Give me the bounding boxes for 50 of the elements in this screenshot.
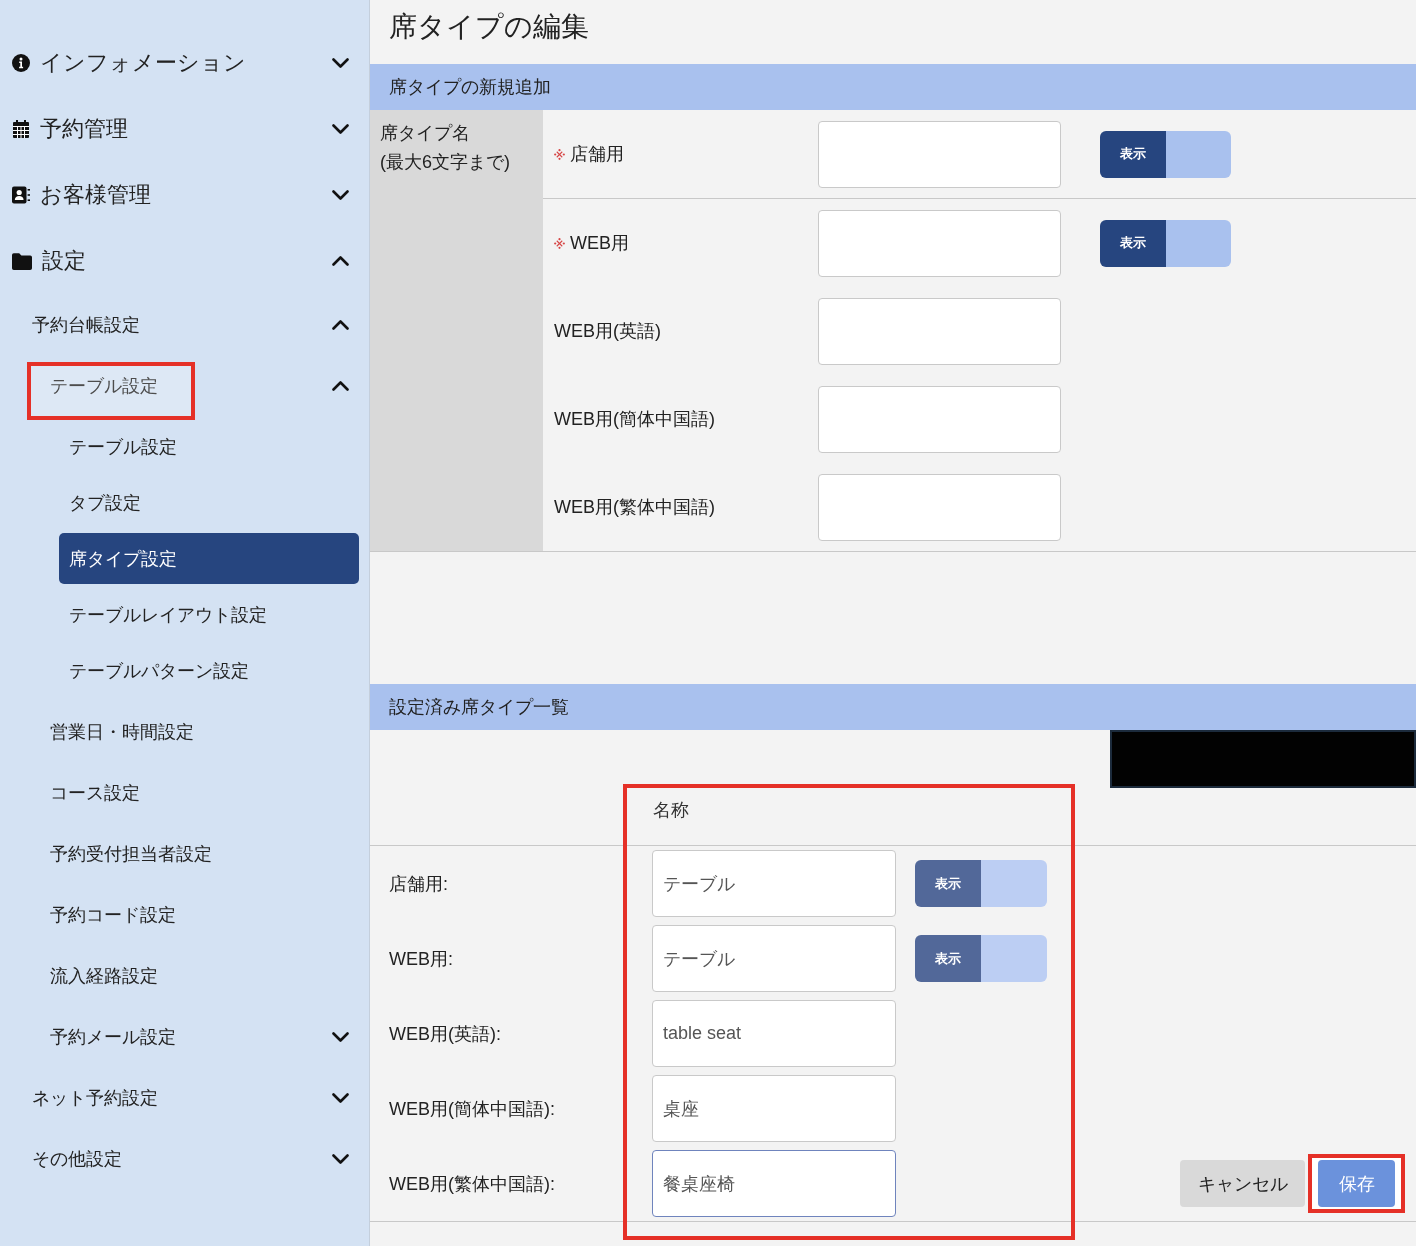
sidebar-item[interactable]: 予約コード設定 <box>0 884 369 945</box>
field-label: WEB用 <box>570 232 629 255</box>
text-input[interactable]: テーブル <box>652 925 896 992</box>
sidebar-item[interactable]: 席タイプ設定 <box>59 533 359 584</box>
row-label: WEB用(簡体中国語): <box>389 1097 555 1121</box>
sidebar-item[interactable]: テーブル設定 <box>0 355 369 416</box>
field-label: WEB用(繁体中国語) <box>554 496 715 519</box>
text-input[interactable] <box>818 297 1061 365</box>
folder-icon <box>12 252 32 270</box>
sidebar-item[interactable]: 営業日・時間設定 <box>0 701 369 762</box>
row-label: 店舗用: <box>389 872 448 896</box>
sidebar-item[interactable]: 予約管理 <box>0 96 369 162</box>
group-note: (最大6文字まで) <box>380 151 510 174</box>
sidebar-item[interactable]: 予約受付担当者設定 <box>0 823 369 884</box>
sidebar-item[interactable]: ネット予約設定 <box>0 1067 369 1128</box>
text-input[interactable] <box>818 385 1061 453</box>
row-label: WEB用: <box>389 947 453 971</box>
text-input[interactable]: 桌座 <box>652 1075 896 1142</box>
text-input[interactable] <box>818 120 1061 188</box>
sidebar-item[interactable]: 予約台帳設定 <box>0 294 369 355</box>
sidebar-item[interactable]: 設定 <box>0 228 369 294</box>
sidebar-item[interactable]: お客様管理 <box>0 162 369 228</box>
text-input[interactable]: table seat <box>652 1000 896 1067</box>
calendar-icon <box>12 120 30 138</box>
section-header: 設定済み席タイプ一覧 <box>370 684 1416 730</box>
field-label: WEB用(英語) <box>554 320 661 343</box>
field-label: 店舗用 <box>570 143 624 166</box>
row-label: WEB用(繁体中国語): <box>389 1172 555 1196</box>
text-input[interactable]: 餐桌座椅 <box>652 1150 896 1217</box>
contact-card-icon <box>12 186 30 204</box>
sidebar-item[interactable]: テーブルパターン設定 <box>59 645 359 696</box>
row-label: WEB用(英語): <box>389 1022 501 1046</box>
sidebar-item[interactable]: コース設定 <box>0 762 369 823</box>
sidebar-item[interactable]: テーブルレイアウト設定 <box>59 589 359 640</box>
cancel-button[interactable]: キャンセル <box>1180 1160 1305 1207</box>
text-input[interactable]: テーブル <box>652 850 896 917</box>
sidebar-item[interactable]: その他設定 <box>0 1128 369 1189</box>
text-input[interactable] <box>818 473 1061 541</box>
sidebar-item[interactable]: テーブル設定 <box>59 421 359 472</box>
text-input[interactable] <box>818 209 1061 277</box>
column-header: 名称 <box>653 800 689 820</box>
section-header: 席タイプの新規追加 <box>370 64 1416 110</box>
info-icon <box>12 54 30 72</box>
sidebar-item[interactable]: タブ設定 <box>59 477 359 528</box>
sidebar-item[interactable]: インフォメーション <box>0 30 369 96</box>
page-title: 席タイプの編集 <box>389 10 589 44</box>
sidebar-item[interactable]: 予約メール設定 <box>0 1006 369 1067</box>
field-label: WEB用(簡体中国語) <box>554 408 715 431</box>
sidebar-item[interactable]: 流入経路設定 <box>0 945 369 1006</box>
group-label: 席タイプ名 <box>380 122 470 145</box>
